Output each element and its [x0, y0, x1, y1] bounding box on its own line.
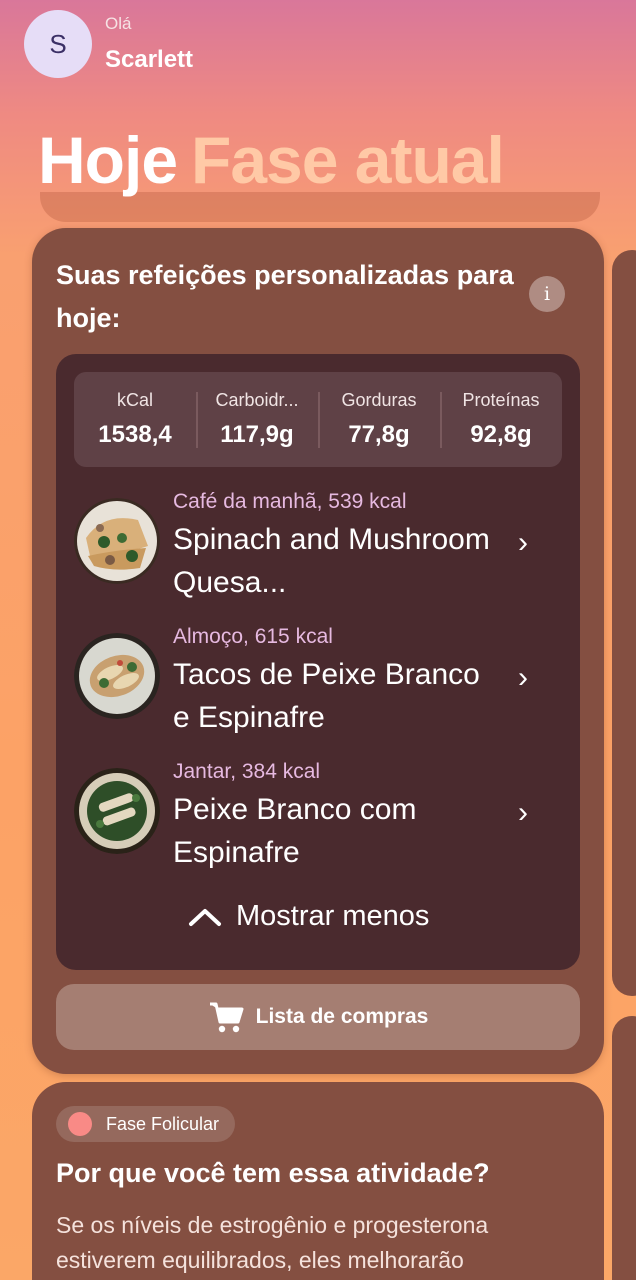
- user-name: Scarlett: [105, 46, 194, 73]
- chevron-right-icon: ›: [518, 526, 528, 559]
- meal-item-lunch[interactable]: Almoço, 615 kcal Tacos de Peixe Branco e…: [74, 625, 562, 745]
- chevron-right-icon: ›: [518, 661, 528, 694]
- meals-card: Suas refeições personalizadas para hoje:…: [32, 228, 604, 1074]
- meal-photo: [74, 633, 160, 719]
- meals-panel: kCal 1538,4 Carboidr... 117,9g Gorduras …: [56, 354, 580, 970]
- chevron-up-icon: [189, 908, 221, 926]
- cart-icon: [209, 1002, 244, 1033]
- macro-value: 77,8g: [348, 421, 410, 448]
- macro-protein: Proteínas 92,8g: [440, 390, 562, 449]
- phase-badge: Fase Folicular: [56, 1106, 236, 1142]
- phase-card-title: Por que você tem essa atividade?: [56, 1158, 490, 1188]
- meal-name: Tacos de Peixe Branco e Espinafre: [173, 658, 480, 734]
- phase-label: Fase Folicular: [106, 1113, 220, 1134]
- meals-card-title: Suas refeições personalizadas para hoje:: [56, 260, 514, 333]
- next-card-peek-2[interactable]: [612, 1016, 636, 1280]
- macro-label: Gorduras: [341, 390, 417, 410]
- macro-label: kCal: [116, 390, 153, 410]
- phase-card-body: Se os níveis de estrogênio e progesteron…: [56, 1212, 489, 1273]
- meal-name: Peixe Branco com Espinafre: [173, 793, 417, 869]
- macro-kcal: kCal 1538,4: [74, 390, 196, 449]
- tab-hoje[interactable]: Hoje: [38, 123, 178, 197]
- macro-label: Proteínas: [462, 390, 540, 410]
- next-card-peek[interactable]: [612, 250, 636, 996]
- macro-value: 92,8g: [470, 421, 532, 448]
- meal-name: Spinach and Mushroom Quesa...: [173, 523, 490, 599]
- macros-summary: kCal 1538,4 Carboidr... 117,9g Gorduras …: [74, 372, 562, 467]
- macro-label: Carboidr...: [215, 390, 299, 410]
- shopping-list-button[interactable]: Lista de compras: [56, 984, 580, 1050]
- phase-dot-icon: [68, 1112, 92, 1136]
- meal-meta: Almoço, 615 kcal: [173, 625, 333, 648]
- macro-carbs: Carboidr... 117,9g: [196, 390, 318, 449]
- meal-item-breakfast[interactable]: Café da manhã, 539 kcal Spinach and Mush…: [74, 490, 562, 610]
- macro-fat: Gorduras 77,8g: [318, 390, 440, 449]
- phase-card: Fase Folicular Por que você tem essa ati…: [32, 1082, 604, 1280]
- greeting-text: Olá: [105, 14, 132, 33]
- avatar[interactable]: S: [24, 10, 92, 78]
- meal-item-dinner[interactable]: Jantar, 384 kcal Peixe Branco com Espina…: [74, 760, 562, 880]
- macro-value: 1538,4: [98, 421, 172, 448]
- show-less-toggle[interactable]: Mostrar menos: [188, 900, 429, 933]
- page-title: Hoje Fase atual: [38, 122, 505, 198]
- avatar-initial: S: [49, 28, 67, 59]
- meal-meta: Jantar, 384 kcal: [173, 760, 321, 783]
- meal-photo: [74, 768, 160, 854]
- chevron-right-icon: ›: [518, 796, 528, 829]
- shopping-list-label: Lista de compras: [255, 1005, 429, 1028]
- show-less-label: Mostrar menos: [236, 900, 430, 932]
- meal-photo: [74, 498, 160, 584]
- info-icon[interactable]: i: [529, 276, 565, 312]
- meal-meta: Café da manhã, 539 kcal: [173, 490, 407, 513]
- tab-fase-atual[interactable]: Fase atual: [191, 123, 505, 197]
- macro-value: 117,9g: [220, 421, 294, 448]
